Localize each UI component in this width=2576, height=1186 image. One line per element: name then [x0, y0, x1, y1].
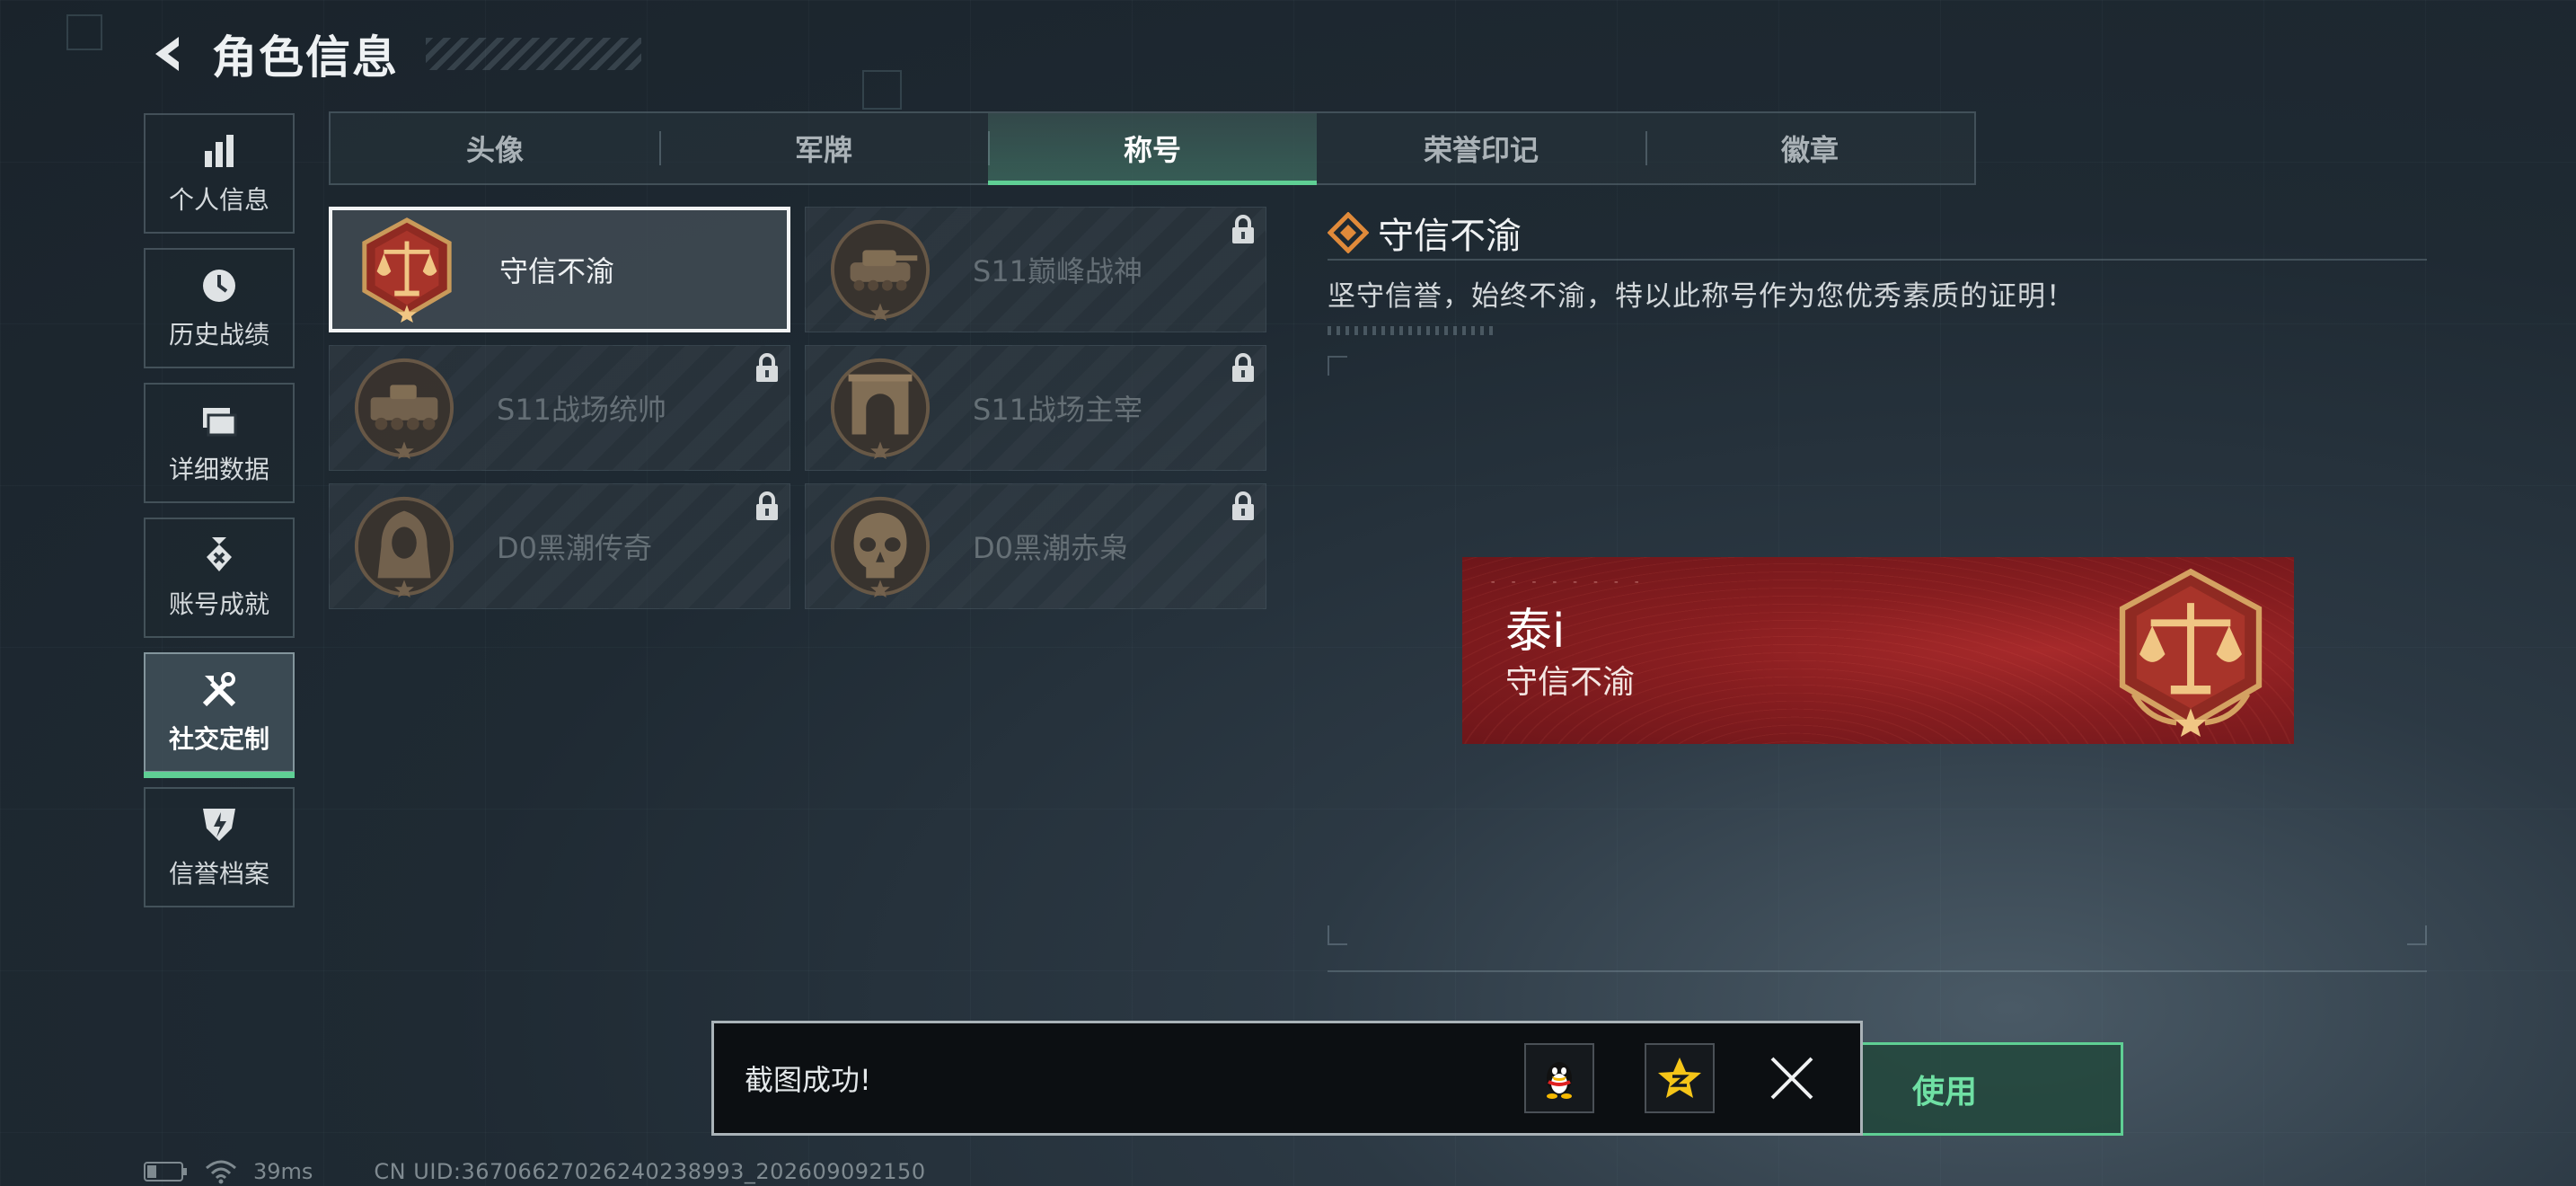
detail-title: 守信不渝 [1378, 216, 1522, 257]
lock-icon [756, 491, 778, 520]
skull-medal-icon [830, 496, 931, 598]
sidebar-item-achievements[interactable]: 账号成就 [144, 518, 295, 638]
share-qzone-button[interactable] [1645, 1043, 1715, 1113]
title-card-label: D0黑潮传奇 [497, 531, 653, 565]
sidebar-item-match-history[interactable]: 历史战绩 [144, 248, 295, 368]
title-card-label: S11战场统帅 [497, 393, 667, 427]
title-card[interactable]: D0黑潮传奇 [329, 483, 790, 609]
title-card-label: S11战场主宰 [973, 393, 1143, 427]
title-detail-panel: 守信不渝 坚守信誉，始终不渝，特以此称号作为您优秀素质的证明！ [1328, 207, 2427, 335]
sidebar-item-personal-info[interactable]: 个人信息 [144, 113, 295, 234]
title-card[interactable]: D0黑潮赤枭 [805, 483, 1266, 609]
nameplate-player-name: 泰i [1505, 605, 1566, 659]
status-bar: 39ms CN UID:36706627026240238993_2026090… [144, 1159, 926, 1184]
page-title: 角色信息 [212, 31, 399, 84]
title-list: 守信不渝 S11巅峰战神 S11战场统帅 S11战场主宰 D0黑潮传奇 D0黑潮… [329, 207, 1266, 609]
tab-bar: 头像 军牌 称号 荣誉印记 徽章 [329, 111, 1976, 185]
wifi-icon [206, 1160, 236, 1184]
user-uid: CN UID:36706627026240238993_202609092150 [374, 1159, 926, 1184]
title-card[interactable]: S11战场主宰 [805, 345, 1266, 471]
apc-medal-icon [354, 358, 454, 460]
achievement-icon [198, 535, 240, 576]
sidebar-item-label: 个人信息 [168, 185, 269, 215]
toast-close-button[interactable] [1765, 1051, 1819, 1105]
tab-honor-mark[interactable]: 荣誉印记 [1317, 113, 1645, 183]
screenshot-toast: 截图成功! [711, 1021, 1863, 1136]
title-card-label: S11巅峰战神 [973, 254, 1143, 288]
description-decoration [1328, 326, 1493, 335]
close-icon [1770, 1057, 1813, 1100]
detail-description: 坚守信誉，始终不渝，特以此称号作为您优秀素质的证明！ [1328, 280, 2075, 313]
nameplate-title: 守信不渝 [1505, 664, 1636, 701]
sidebar-item-label: 社交定制 [168, 724, 269, 754]
title-card-label: D0黑潮赤枭 [973, 531, 1129, 565]
tab-avatar[interactable]: 头像 [331, 113, 659, 183]
sidebar-item-label: 详细数据 [168, 455, 269, 484]
corner-bracket [2407, 925, 2427, 945]
tab-badge[interactable]: 徽章 [1645, 113, 1974, 183]
side-navigation: 个人信息 历史战绩 详细数据 账号成就 社交定制 信誉档案 [144, 113, 296, 907]
title-card[interactable]: 守信不渝 [329, 207, 790, 332]
sidebar-item-label: 信誉档案 [168, 859, 269, 889]
sidebar-item-label: 账号成就 [168, 589, 269, 619]
sidebar-item-detailed-data[interactable]: 详细数据 [144, 383, 295, 503]
folder-icon [198, 400, 240, 441]
nameplate-decoration-code: - - - - - - - - [1489, 575, 1644, 589]
tank-medal-icon [830, 219, 931, 322]
lock-icon [756, 353, 778, 382]
lock-icon [1232, 215, 1254, 243]
corner-decoration [66, 14, 102, 50]
corner-bracket [1328, 925, 1347, 945]
panel-divider [1328, 970, 2427, 972]
page-header: 角色信息 [144, 25, 641, 84]
back-arrow-icon [155, 37, 179, 71]
tools-icon [198, 669, 240, 711]
title-card[interactable]: S11战场统帅 [329, 345, 790, 471]
lock-icon [1232, 491, 1254, 520]
scales-medal-icon [2119, 568, 2263, 737]
qq-penguin-icon [1547, 1062, 1572, 1099]
corner-bracket [1328, 356, 1347, 376]
sidebar-item-social-custom[interactable]: 社交定制 [144, 652, 295, 778]
corner-decoration [862, 70, 902, 110]
sidebar-item-credit-record[interactable]: 信誉档案 [144, 787, 295, 907]
ping-value: 39ms [253, 1159, 313, 1184]
title-card[interactable]: S11巅峰战神 [805, 207, 1266, 332]
nameplate-preview: - - - - - - - - 泰i 守信不渝 [1462, 557, 2294, 744]
lock-icon [1232, 353, 1254, 382]
arch-medal-icon [830, 358, 931, 460]
back-button[interactable] [144, 29, 194, 79]
qzone-star-icon [1658, 1058, 1701, 1098]
title-decoration [426, 38, 641, 70]
hooded-figure-medal-icon [354, 496, 454, 598]
detail-header: 守信不渝 [1328, 207, 2427, 261]
toast-message: 截图成功! [745, 1063, 871, 1097]
shield-icon [198, 804, 240, 845]
tab-title[interactable]: 称号 [988, 113, 1317, 185]
diamond-icon [1328, 212, 1369, 253]
title-card-label: 守信不渝 [499, 254, 615, 288]
share-qq-button[interactable] [1524, 1043, 1594, 1113]
clock-icon [198, 265, 240, 306]
bar-chart-icon [198, 130, 240, 172]
battery-icon [144, 1162, 187, 1182]
tab-dog-tag[interactable]: 军牌 [659, 113, 988, 183]
sidebar-item-label: 历史战绩 [168, 320, 269, 350]
scales-medal-icon [362, 217, 452, 323]
